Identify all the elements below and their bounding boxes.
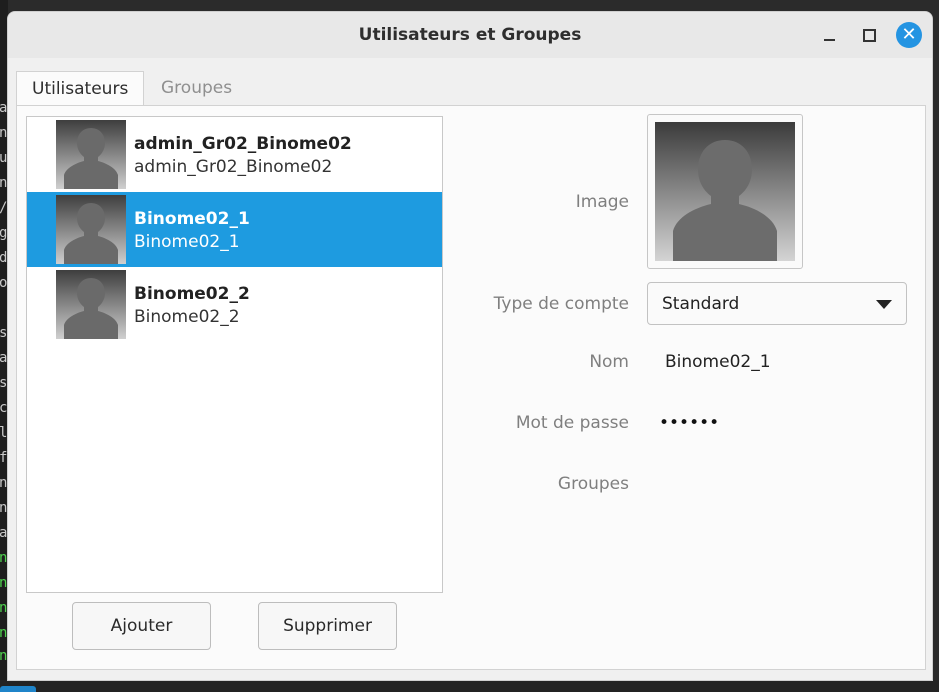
user-row-selected[interactable]: Binome02_1 Binome02_1 [27, 192, 442, 267]
user-login: Binome02_2 [134, 307, 240, 327]
chevron-down-icon [876, 300, 892, 309]
user-display-name: Binome02_1 [134, 209, 250, 229]
user-image-button[interactable] [647, 114, 803, 269]
taskbar-indicator [0, 686, 36, 692]
delete-user-button[interactable]: Supprimer [258, 602, 397, 650]
user-avatar-icon [655, 122, 795, 261]
name-label: Nom [589, 352, 629, 372]
user-list[interactable]: admin_Gr02_Binome02 admin_Gr02_Binome02 … [26, 116, 443, 593]
add-user-button[interactable]: Ajouter [72, 602, 211, 650]
taskbar [0, 680, 939, 692]
users-groups-window: Utilisateurs et Groupes ✕ Utilisateurs G… [7, 11, 933, 681]
tab-users[interactable]: Utilisateurs [16, 71, 145, 105]
user-row[interactable]: admin_Gr02_Binome02 admin_Gr02_Binome02 [27, 117, 442, 192]
account-type-value: Standard [662, 294, 740, 314]
window-title: Utilisateurs et Groupes [358, 25, 582, 45]
groups-label: Groupes [557, 474, 629, 494]
password-label: Mot de passe [515, 413, 629, 433]
maximize-icon[interactable] [858, 24, 880, 46]
image-label: Image [575, 192, 629, 212]
user-login: admin_Gr02_Binome02 [134, 157, 333, 177]
user-row[interactable]: Binome02_2 Binome02_2 [27, 267, 442, 342]
minimize-icon[interactable] [818, 24, 840, 46]
account-type-label: Type de compte [493, 294, 629, 314]
user-display-name: Binome02_2 [134, 284, 250, 304]
close-icon[interactable]: ✕ [896, 22, 922, 48]
user-login: Binome02_1 [134, 232, 240, 252]
user-avatar-icon [56, 120, 126, 189]
users-panel: admin_Gr02_Binome02 admin_Gr02_Binome02 … [16, 105, 926, 670]
password-value[interactable]: •••••• [659, 413, 719, 433]
window-content: Utilisateurs Groupes admin_Gr02_Binome02… [8, 58, 932, 680]
user-avatar-icon [56, 195, 126, 264]
titlebar: Utilisateurs et Groupes ✕ [8, 12, 932, 58]
name-value[interactable]: Binome02_1 [665, 352, 771, 372]
tab-groups[interactable]: Groupes [146, 71, 247, 105]
user-avatar-icon [56, 270, 126, 339]
user-display-name: admin_Gr02_Binome02 [134, 134, 352, 154]
account-type-select[interactable]: Standard [647, 282, 907, 325]
